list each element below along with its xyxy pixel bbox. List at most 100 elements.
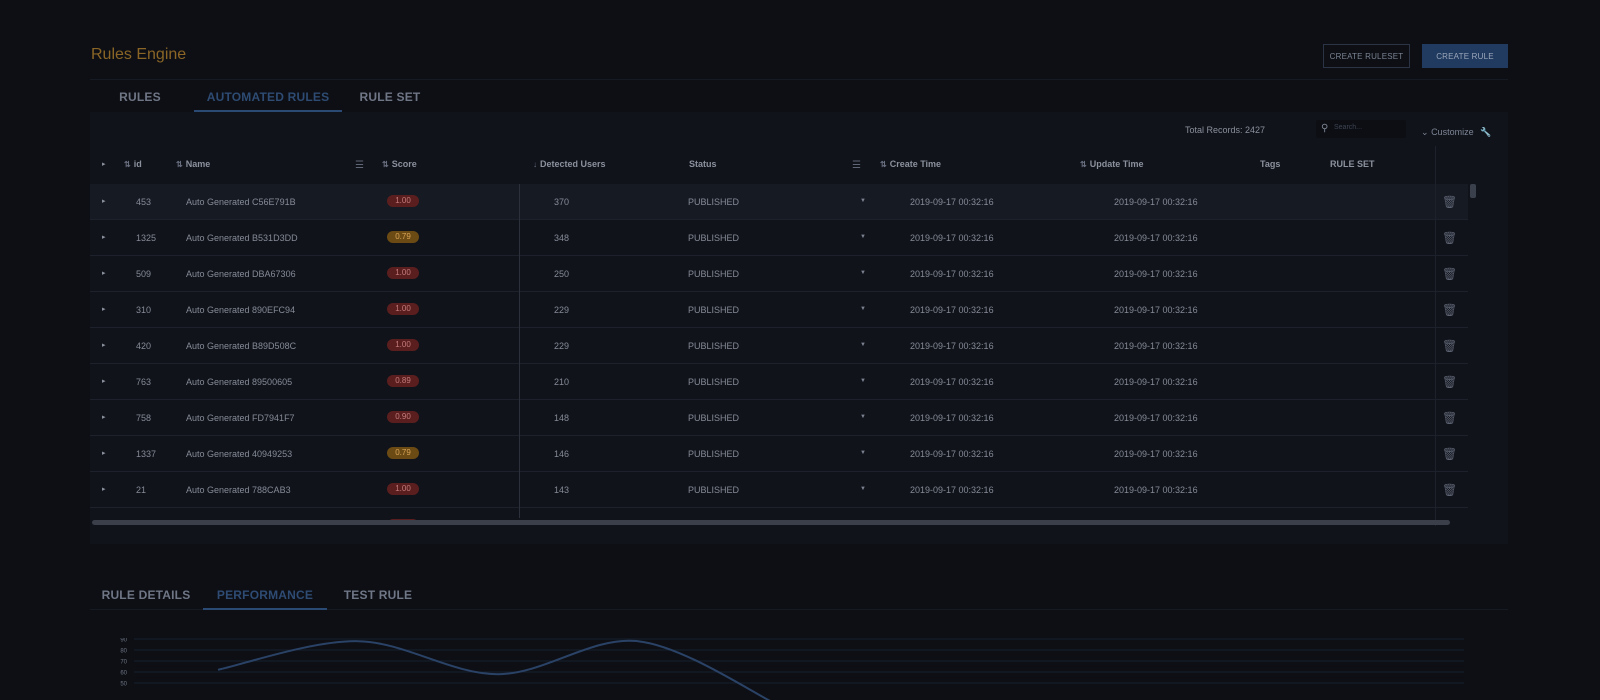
- cell-id: 420: [136, 341, 152, 351]
- delete-icon[interactable]: 🗑: [1442, 339, 1457, 353]
- cell-id: 1325: [136, 233, 157, 243]
- score-badge: 0.79: [387, 231, 419, 243]
- column-update-time[interactable]: ⇅ Update Time: [1080, 159, 1144, 169]
- column-status[interactable]: Status: [689, 159, 717, 169]
- cell-update-time: 2019-09-17 00:32:16: [1114, 305, 1198, 315]
- sort-icon: ⇅: [176, 160, 183, 169]
- cell-update-time: 2019-09-17 00:32:16: [1114, 377, 1198, 387]
- expand-row-icon[interactable]: ▸: [102, 449, 106, 457]
- filter-icon[interactable]: ☰: [355, 160, 364, 171]
- cell-create-time: 2019-09-17 00:32:16: [910, 377, 994, 387]
- delete-icon[interactable]: 🗑: [1442, 375, 1457, 389]
- column-id[interactable]: ⇅ id: [124, 159, 142, 169]
- actions-column-divider: [1435, 146, 1436, 526]
- table-row[interactable]: ▸ 763 Auto Generated 89500605 0.89 210 PUBLIS…: [90, 364, 1468, 400]
- tab-rule-details[interactable]: RULE DETAILS: [90, 574, 202, 610]
- status-dropdown-icon[interactable]: ▼: [860, 234, 866, 240]
- table-row[interactable]: ▸ 420 Auto Generated B89D508C 1.00 229 PUBLIS…: [90, 328, 1468, 364]
- column-detected-users[interactable]: ↓ Detected Users: [533, 159, 606, 169]
- status-dropdown-icon[interactable]: ▼: [860, 306, 866, 312]
- cell-update-time: 2019-09-17 00:32:16: [1114, 197, 1198, 207]
- column-tags[interactable]: Tags: [1260, 159, 1280, 169]
- detail-tabs: RULE DETAILS PERFORMANCE TEST RULE: [90, 574, 1508, 610]
- cell-create-time: 2019-09-17 00:32:16: [910, 485, 994, 495]
- vertical-scrollbar[interactable]: [1470, 184, 1476, 198]
- status-dropdown-icon[interactable]: ▼: [860, 378, 866, 384]
- delete-icon[interactable]: 🗑: [1442, 195, 1457, 209]
- y-tick-label: 80: [120, 649, 127, 655]
- cell-status: PUBLISHED: [688, 269, 740, 279]
- status-dropdown-icon[interactable]: ▼: [860, 342, 866, 348]
- chevron-down-icon: ⌄: [1421, 127, 1429, 137]
- sort-icon: ⇅: [880, 160, 887, 169]
- sort-icon: ⇅: [124, 160, 131, 169]
- cell-id: 763: [136, 377, 152, 387]
- delete-icon[interactable]: 🗑: [1442, 483, 1457, 497]
- column-create-time[interactable]: ⇅ Create Time: [880, 159, 941, 169]
- status-dropdown-icon[interactable]: ▼: [860, 270, 866, 276]
- status-dropdown-icon[interactable]: ▼: [860, 414, 866, 420]
- delete-icon[interactable]: 🗑: [1442, 447, 1457, 461]
- tab-test-rule[interactable]: TEST RULE: [335, 574, 421, 610]
- status-dropdown-icon[interactable]: ▼: [860, 486, 866, 492]
- expand-row-icon[interactable]: ▸: [102, 413, 106, 421]
- create-ruleset-button[interactable]: CREATE RULESET: [1323, 44, 1410, 68]
- y-tick-label: 60: [120, 671, 127, 677]
- score-badge: 1.00: [387, 339, 419, 351]
- expand-all-icon[interactable]: ▸: [102, 160, 106, 168]
- delete-icon[interactable]: 🗑: [1442, 411, 1457, 425]
- expand-row-icon[interactable]: ▸: [102, 377, 106, 385]
- table-row[interactable]: ▸ 21 Auto Generated 788CAB3 1.00 143 PUBLISHE…: [90, 472, 1468, 508]
- cell-name: Auto Generated B89D508C: [186, 341, 297, 351]
- column-name[interactable]: ⇅ Name: [176, 159, 210, 169]
- expand-row-icon[interactable]: ▸: [102, 197, 106, 205]
- cell-status: PUBLISHED: [688, 485, 740, 495]
- table-row[interactable]: ▸ 509 Auto Generated DBA67306 1.00 250 PUBLIS…: [90, 256, 1468, 292]
- filter-icon[interactable]: ☰: [852, 160, 861, 171]
- cell-status: PUBLISHED: [688, 449, 740, 459]
- y-tick-label: 90: [120, 638, 127, 644]
- table-row[interactable]: ▸ 453 Auto Generated C56E791B 1.00 370 PUBLIS…: [90, 184, 1468, 220]
- expand-row-icon[interactable]: ▸: [102, 341, 106, 349]
- expand-row-icon[interactable]: ▸: [102, 269, 106, 277]
- cell-id: 1337: [136, 449, 157, 459]
- score-badge: 0.79: [387, 447, 419, 459]
- delete-icon[interactable]: 🗑: [1442, 267, 1457, 281]
- table-row[interactable]: ▸ 310 Auto Generated 890EFC94 1.00 229 PUBLIS…: [90, 292, 1468, 328]
- cell-create-time: 2019-09-17 00:32:16: [910, 269, 994, 279]
- expand-row-icon[interactable]: ▸: [102, 485, 106, 493]
- y-tick-label: 50: [120, 682, 127, 688]
- column-rule-set[interactable]: RULE SET: [1330, 159, 1375, 169]
- cell-detected-users: 210: [554, 377, 570, 387]
- cell-create-time: 2019-09-17 00:32:16: [910, 233, 994, 243]
- table-row[interactable]: ▸ 758 Auto Generated FD7941F7 0.90 148 PUBLIS…: [90, 400, 1468, 436]
- tab-automated-rules[interactable]: AUTOMATED RULES: [194, 84, 342, 112]
- cell-status: PUBLISHED: [688, 305, 740, 315]
- tab-rules[interactable]: RULES: [104, 84, 176, 112]
- column-divider: [519, 184, 520, 518]
- table-row[interactable]: ▸ 1325 Auto Generated B531D3DD 0.79 348 PUBLI…: [90, 220, 1468, 256]
- tab-performance[interactable]: PERFORMANCE: [203, 574, 327, 610]
- cell-update-time: 2019-09-17 00:32:16: [1114, 449, 1198, 459]
- column-score[interactable]: ⇅ Score: [382, 159, 417, 169]
- status-dropdown-icon[interactable]: ▼: [860, 450, 866, 456]
- tab-rule-set[interactable]: RULE SET: [352, 84, 428, 112]
- expand-row-icon[interactable]: ▸: [102, 233, 106, 241]
- score-badge: 1.00: [387, 195, 419, 207]
- customize-button[interactable]: ⌄ Customize 🔧: [1421, 127, 1491, 138]
- horizontal-scrollbar[interactable]: [92, 520, 1450, 525]
- cell-detected-users: 229: [554, 305, 570, 315]
- table-header: ▸ ⇅ id ⇅ Name ☰ ⇅ Score ↓ Detected Users Sta…: [90, 146, 1508, 184]
- delete-icon[interactable]: 🗑: [1442, 303, 1457, 317]
- expand-row-icon[interactable]: ▸: [102, 305, 106, 313]
- score-badge: 0.89: [387, 375, 419, 387]
- search-input[interactable]: ⚲ Search...: [1316, 120, 1406, 138]
- cell-create-time: 2019-09-17 00:32:16: [910, 197, 994, 207]
- delete-icon[interactable]: 🗑: [1442, 231, 1457, 245]
- cell-id: 21: [136, 485, 147, 495]
- status-dropdown-icon[interactable]: ▼: [860, 198, 866, 204]
- create-rule-button[interactable]: CREATE RULE: [1422, 44, 1508, 68]
- search-icon: ⚲: [1321, 123, 1329, 134]
- page-header: Rules Engine CREATE RULESET CREATE RULE: [90, 40, 1508, 80]
- table-row[interactable]: ▸ 1337 Auto Generated 40949253 0.79 146 PUBLI…: [90, 436, 1468, 472]
